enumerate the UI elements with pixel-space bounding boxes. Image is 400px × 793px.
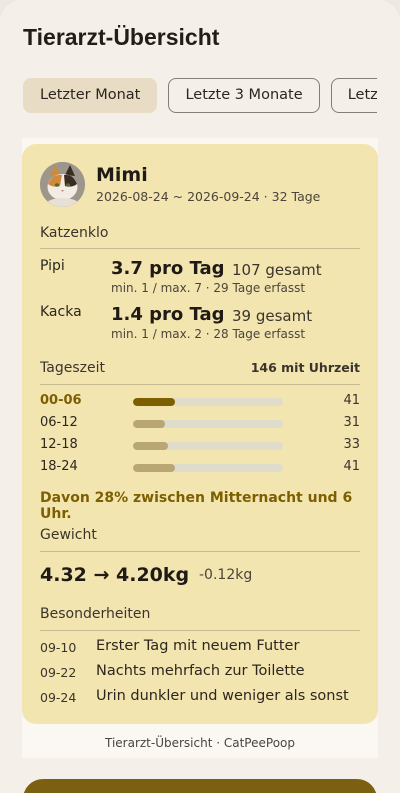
timeofday-row: 06-12 31: [40, 415, 360, 433]
pee-total: 107 gesamt: [232, 261, 322, 279]
poop-detail: min. 1 / max. 2 · 28 Tage erfasst: [111, 327, 306, 341]
timeofday-bar-track: [133, 398, 283, 406]
note-date: 09-22: [40, 665, 77, 680]
pee-rate: 3.7 pro Tag: [111, 258, 225, 279]
note-text: Nachts mehrfach zur Toilette: [96, 663, 305, 679]
timeofday-section-title: Tageszeit: [40, 360, 105, 376]
cat-name: Mimi: [96, 164, 148, 186]
note-text: Erster Tag mit neuem Futter: [96, 638, 300, 654]
timeofday-bar-fill: [133, 420, 165, 428]
divider: [40, 630, 360, 631]
pee-detail: min. 1 / max. 7 · 29 Tage erfasst: [111, 281, 306, 295]
note-item: 09-10 Erster Tag mit neuem Futter: [40, 638, 360, 658]
timeofday-bar-fill: [133, 464, 175, 472]
report-date-range: 2026-08-24 ~ 2026-09-24 · 32 Tage: [96, 189, 321, 204]
timeofday-bar-track: [133, 442, 283, 450]
timeofday-bar-track: [133, 464, 283, 472]
timeofday-row: 12-18 33: [40, 437, 360, 455]
page-title: Tierarzt-Übersicht: [23, 24, 220, 50]
night-activity-note: Davon 28% zwischen Mitternacht und 6 Uhr…: [40, 490, 353, 522]
timeofday-bar-track: [133, 420, 283, 428]
note-date: 09-24: [40, 690, 77, 705]
summary-card: Mimi 2026-08-24 ~ 2026-09-24 · 32 Tage K…: [22, 144, 378, 724]
timeofday-row: 00-06 41: [40, 393, 360, 411]
timeofday-label: 18-24: [40, 459, 78, 474]
filter-chip-last-6-months[interactable]: Letzte 6 Monate: [330, 78, 377, 113]
timeofday-bar-fill: [133, 398, 175, 406]
cat-photo-icon: [40, 162, 85, 207]
note-text: Urin dunkler und weniger als sonst: [96, 688, 349, 704]
share-button[interactable]: [23, 779, 377, 793]
timeofday-row: 18-24 41: [40, 459, 360, 477]
timeofday-label: 06-12: [40, 415, 78, 430]
timeofday-label: 00-06: [40, 393, 82, 408]
pee-label: Pipi: [40, 258, 65, 274]
poop-label: Kacka: [40, 304, 82, 320]
weight-section-title: Gewicht: [40, 527, 97, 543]
notes-section-title: Besonderheiten: [40, 606, 151, 622]
timeofday-value: 33: [343, 437, 360, 452]
note-date: 09-10: [40, 640, 77, 655]
timeofday-value: 31: [343, 415, 360, 430]
weight-change: 4.32 → 4.20kg: [40, 564, 190, 586]
poop-total: 39 gesamt: [232, 307, 313, 325]
timeofday-label: 12-18: [40, 437, 78, 452]
cat-avatar: [40, 162, 85, 207]
poop-rate: 1.4 pro Tag: [111, 304, 225, 325]
filter-chip-last-3-months[interactable]: Letzte 3 Monate: [168, 78, 320, 113]
timeofday-bar-fill: [133, 442, 168, 450]
litter-section-title: Katzenklo: [40, 225, 109, 241]
divider: [40, 551, 360, 552]
timeofday-value: 41: [343, 459, 360, 474]
report-footer: Tierarzt-Übersicht · CatPeePoop: [104, 736, 295, 750]
weight-delta: -0.12kg: [199, 567, 253, 583]
note-item: 09-22 Nachts mehrfach zur Toilette: [40, 663, 360, 683]
timeofday-value: 41: [343, 393, 360, 408]
period-filter-bar: Letzter Monat Letzte 3 Monate Letzte 6 M…: [23, 78, 377, 114]
filter-chip-last-month[interactable]: Letzter Monat: [23, 78, 158, 113]
report-sheet: Tierarzt-Übersicht Letzter Monat Letzte …: [0, 0, 400, 793]
divider: [40, 248, 360, 249]
divider: [40, 384, 360, 385]
timeofday-count: 146 mit Uhrzeit: [250, 360, 360, 375]
note-item: 09-24 Urin dunkler und weniger als sonst: [40, 688, 360, 708]
